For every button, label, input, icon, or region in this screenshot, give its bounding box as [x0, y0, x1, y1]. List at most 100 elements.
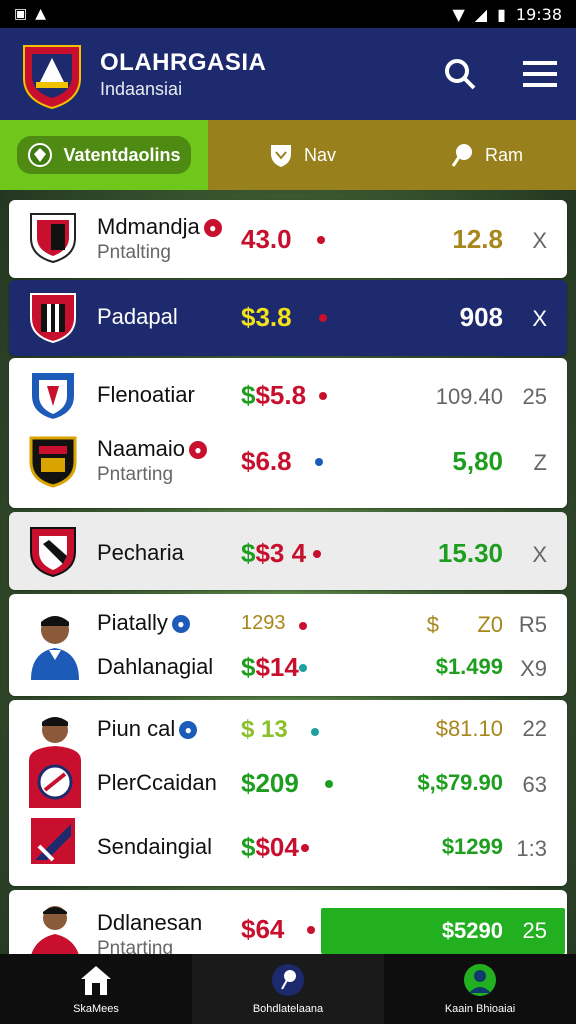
app-subtitle: Indaansiai: [100, 78, 183, 99]
photo-notification-icon: ▲: [35, 6, 47, 22]
list-item[interactable]: Padapal $3.8 908 X: [9, 280, 567, 356]
row-close-button[interactable]: X: [532, 228, 547, 254]
price: 43.0: [241, 224, 292, 254]
row-end-value: 1:3: [516, 836, 547, 861]
player-name: Ddlanesan: [97, 910, 203, 935]
player-name: Mdmandja ●: [97, 214, 222, 240]
app-logo-icon: [23, 45, 81, 110]
price-value: $14: [255, 652, 299, 682]
list-item[interactable]: Sendaingial $$04 $1299 1:3: [9, 826, 567, 886]
profile-icon: [464, 964, 496, 996]
row-end-value: X9: [520, 656, 547, 681]
value: Z0: [477, 612, 503, 637]
player-subtitle: Pntarting: [97, 464, 174, 485]
list-item[interactable]: Mdmandja ● Pntalting 43.0 12.8 X: [9, 200, 567, 278]
club-crest-icon: [29, 436, 77, 488]
price: $$5.8: [241, 380, 307, 410]
value: 109.40: [435, 384, 503, 409]
value: 5,80: [452, 446, 503, 476]
trend-dot: [313, 550, 321, 558]
club-crest-icon: [30, 213, 76, 264]
price-value: $3 4: [255, 538, 307, 568]
row-end-value: 63: [522, 772, 547, 797]
tab-bar: Vatentdaolins Nav Ram: [0, 120, 576, 190]
tab-label: Nav: [303, 144, 336, 165]
value: $1.499: [435, 654, 503, 679]
trend-dot: [299, 664, 307, 672]
player-subtitle: Pntalting: [97, 242, 171, 263]
pin-icon: [451, 144, 472, 167]
player-name: Sendaingial: [97, 834, 212, 859]
football-icon: [28, 143, 53, 167]
price: $209: [241, 768, 299, 798]
trend-dot: [319, 314, 327, 322]
menu-button[interactable]: [520, 54, 560, 94]
list-item[interactable]: Flenoatiar $$5.8 109.40 25: [9, 366, 567, 426]
tab-label: Vatentdaolins: [63, 144, 181, 165]
nav-label: Kaain Bhioaiai: [444, 1003, 516, 1015]
trend-dot: [325, 780, 333, 788]
menu-icon: [523, 61, 557, 87]
trend-dot: [311, 728, 319, 736]
row-end-value: 25: [522, 918, 547, 943]
nav-home[interactable]: SkaMees: [0, 954, 192, 1024]
player-name: Naamaio ●: [97, 436, 208, 462]
list-item[interactable]: Piun cal ● $ 13 $81.10 22: [9, 706, 567, 766]
price: $$04: [241, 832, 299, 862]
price: $64: [241, 914, 285, 944]
wifi-icon: ▼: [452, 4, 465, 24]
value: $5290: [441, 918, 503, 943]
list-item-group: Piatally ● 1293 $ Z0 R5 Dahlanagial $$14 …: [9, 594, 567, 696]
price: $$14: [241, 652, 299, 682]
row-end-value: R5: [518, 612, 547, 637]
nav-profile[interactable]: Kaain Bhioaiai: [384, 954, 576, 1024]
row-end-value: 25: [522, 384, 547, 409]
player-name: Dahlanagial: [97, 654, 214, 679]
status-bar: ▣ ▲ ▼ ◢ ▮ 19:38: [0, 0, 576, 28]
search-button[interactable]: [440, 54, 480, 94]
nav-label: SkaMees: [73, 1003, 119, 1015]
row-close-button[interactable]: X: [532, 542, 547, 568]
trend-dot: [299, 622, 307, 630]
trend-dot: [317, 236, 325, 244]
list-item[interactable]: Pecharia $$3 4 15.30 X: [9, 512, 567, 590]
list-item-group: Flenoatiar $$5.8 109.40 25 Naamaio ● Pnta…: [9, 358, 567, 508]
list-item[interactable]: PlerCcaidan $209 $,$79.90 63: [9, 762, 567, 822]
player-name: Piatally ●: [97, 610, 190, 636]
tab-label: Ram: [484, 144, 523, 165]
list-item[interactable]: Naamaio ● Pntarting $6.8 5,80 Z: [9, 436, 567, 498]
value: 908: [459, 302, 503, 332]
price: $3.8: [241, 302, 292, 332]
value: $,$79.90: [417, 770, 503, 795]
row-end-value: Z: [533, 450, 547, 475]
battery-icon: ▮: [497, 4, 506, 24]
nav-location[interactable]: Bohdlatelaana: [192, 954, 384, 1024]
club-crest-icon: [30, 371, 76, 422]
price: $6.8: [241, 446, 292, 476]
tab-live[interactable]: Vatentdaolins: [0, 120, 208, 190]
club-crest-icon: [30, 293, 76, 344]
value: $: [426, 612, 439, 637]
value: 15.30: [437, 538, 503, 568]
trend-dot: [315, 458, 323, 466]
trend-dot: [307, 926, 315, 934]
list-item[interactable]: Dahlanagial $$14 $1.499 X9: [9, 646, 567, 706]
row-close-button[interactable]: X: [532, 306, 547, 332]
clock: 19:38: [515, 4, 562, 24]
price: $ 13: [241, 716, 288, 743]
app-title: OLAHRGASIA: [100, 48, 267, 76]
price-value: $04: [255, 832, 299, 862]
status-badge: ●: [189, 441, 208, 460]
app-header: OLAHRGASIA Indaansiai: [0, 28, 576, 120]
tab-ram[interactable]: Ram: [396, 120, 576, 190]
club-crest-icon: [30, 527, 76, 578]
shield-icon: [270, 145, 291, 167]
row-end-value: 22: [522, 716, 547, 741]
player-name: Padapal: [97, 304, 178, 329]
tab-new[interactable]: Nav: [208, 120, 396, 190]
list-item-group: Piun cal ● $ 13 $81.10 22 PlerCcaidan $20…: [9, 700, 567, 886]
trend-dot: [319, 392, 327, 400]
player-name: Flenoatiar: [97, 382, 195, 407]
player-name: Piun cal ●: [97, 716, 198, 742]
bottom-nav: SkaMees Bohdlatelaana Kaain Bhioaiai: [0, 954, 576, 1024]
